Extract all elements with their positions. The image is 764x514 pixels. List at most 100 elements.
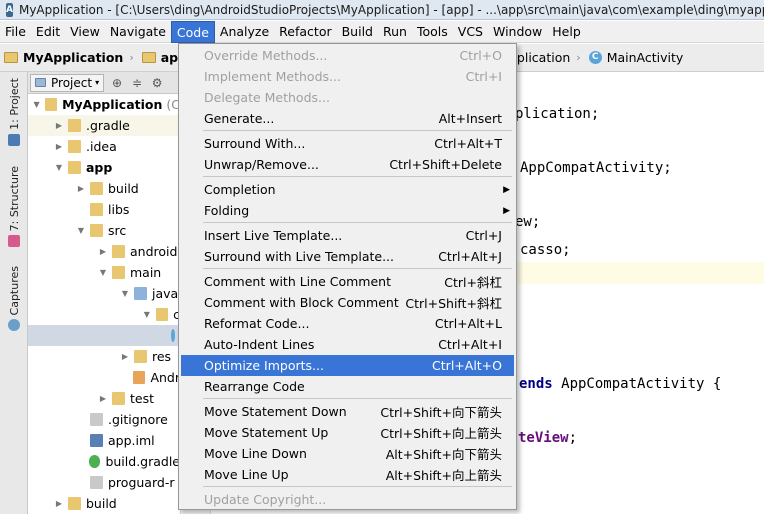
menu-edit[interactable]: Edit bbox=[31, 21, 65, 43]
menu-item-surround-with[interactable]: Surround With... Ctrl+Alt+T bbox=[181, 133, 514, 154]
tree-item[interactable]: ▶ test bbox=[28, 388, 180, 409]
tree-item[interactable]: build.gradle bbox=[28, 451, 180, 472]
tree-item[interactable]: ▶ build bbox=[28, 178, 180, 199]
menu-separator bbox=[203, 486, 512, 487]
menu-item-auto-indent-lines[interactable]: Auto-Indent Lines Ctrl+Alt+I bbox=[181, 334, 514, 355]
menu-item-shortcut: Alt+Shift+向上箭头 bbox=[385, 468, 502, 483]
tree-item[interactable]: ▼ main bbox=[28, 262, 180, 283]
expand-arrow-icon[interactable]: ▼ bbox=[76, 226, 86, 235]
menu-help[interactable]: Help bbox=[547, 21, 586, 43]
menu-build[interactable]: Build bbox=[337, 21, 378, 43]
expand-arrow-icon[interactable]: ▶ bbox=[98, 394, 108, 403]
sync-icon[interactable]: ⊕ bbox=[110, 76, 124, 90]
menu-run[interactable]: Run bbox=[378, 21, 412, 43]
menu-file[interactable]: File bbox=[0, 21, 31, 43]
tree-item-label: .idea bbox=[86, 139, 117, 154]
tree-item[interactable]: ▶ .gradle bbox=[28, 115, 180, 136]
tree-item-label: Andr bbox=[150, 370, 180, 385]
menu-code[interactable]: Code bbox=[170, 20, 215, 43]
menu-vcs[interactable]: VCS bbox=[453, 21, 488, 43]
folder-icon bbox=[90, 224, 103, 237]
tree-item[interactable]: ▼ src bbox=[28, 220, 180, 241]
menu-analyze[interactable]: Analyze bbox=[215, 21, 274, 43]
file-icon bbox=[90, 413, 103, 426]
menu-item-move-statement-up[interactable]: Move Statement Up Ctrl+Shift+向上箭头 bbox=[181, 422, 514, 443]
expand-arrow-icon[interactable]: ▶ bbox=[54, 121, 64, 130]
tree-item[interactable]: ▶ .idea bbox=[28, 136, 180, 157]
project-view-selector[interactable]: Project ▾ bbox=[30, 73, 105, 92]
tool-tab-structure[interactable]: 7: Structure bbox=[4, 166, 24, 248]
tool-window-strip: 1: Project 7: Structure Captures bbox=[0, 72, 28, 514]
expand-arrow-icon[interactable]: ▼ bbox=[142, 310, 152, 319]
menu-item-label: Insert Live Template... bbox=[204, 228, 343, 243]
menu-item-move-line-up[interactable]: Move Line Up Alt+Shift+向上箭头 bbox=[181, 464, 514, 485]
menu-separator bbox=[203, 268, 512, 269]
menu-item-generate[interactable]: Generate... Alt+Insert bbox=[181, 108, 514, 129]
menu-item-move-statement-down[interactable]: Move Statement Down Ctrl+Shift+向下箭头 bbox=[181, 401, 514, 422]
tree-item[interactable]: proguard-r bbox=[28, 472, 180, 493]
menu-separator bbox=[203, 222, 512, 223]
folder-icon bbox=[112, 245, 125, 258]
tree-item[interactable]: ▶ build bbox=[28, 493, 180, 514]
menu-item-folding[interactable]: Folding ▶ bbox=[181, 200, 514, 221]
submenu-arrow-icon: ▶ bbox=[503, 205, 510, 216]
folder-icon bbox=[45, 98, 58, 111]
breadcrumb-class[interactable]: C MainActivity bbox=[585, 44, 688, 71]
package-icon bbox=[155, 308, 169, 321]
expand-arrow-icon[interactable]: ▶ bbox=[76, 184, 86, 193]
menu-view[interactable]: View bbox=[65, 21, 105, 43]
code-line: plication; bbox=[515, 106, 600, 122]
manifest-icon bbox=[133, 371, 146, 384]
tree-item[interactable]: ▼ app bbox=[28, 157, 180, 178]
collapse-all-icon[interactable]: ≑ bbox=[130, 76, 144, 90]
expand-arrow-icon[interactable]: ▶ bbox=[54, 499, 64, 508]
expand-arrow-icon[interactable]: ▶ bbox=[54, 142, 64, 151]
menu-item-insert-live-template[interactable]: Insert Live Template... Ctrl+J bbox=[181, 225, 514, 246]
gear-icon[interactable]: ⚙ bbox=[150, 76, 164, 90]
tree-item[interactable]: ▼ c bbox=[28, 304, 180, 325]
tree-item[interactable]: ▶ android bbox=[28, 241, 180, 262]
expand-arrow-icon[interactable]: ▼ bbox=[54, 163, 64, 172]
tool-tab-captures[interactable]: Captures bbox=[4, 266, 24, 332]
tool-tab-project[interactable]: 1: Project bbox=[4, 78, 24, 146]
tree-item[interactable]: ▼ java bbox=[28, 283, 180, 304]
folder-icon bbox=[4, 52, 18, 63]
code-line: AppCompatActivity; bbox=[520, 160, 672, 176]
expand-arrow-icon[interactable]: ▶ bbox=[120, 352, 130, 361]
tree-item-label: android bbox=[130, 244, 178, 259]
tree-item[interactable]: .gitignore bbox=[28, 409, 180, 430]
menu-item-implement-methods[interactable]: Implement Methods... Ctrl+I bbox=[181, 66, 514, 87]
menu-item-optimize-imports[interactable]: Optimize Imports... Ctrl+Alt+O bbox=[181, 355, 514, 376]
menu-item-delegate-methods[interactable]: Delegate Methods... bbox=[181, 87, 514, 108]
expand-arrow-icon[interactable]: ▼ bbox=[120, 289, 130, 298]
menu-item-label: Rearrange Code bbox=[204, 379, 305, 394]
menu-item-comment-with-block-comment[interactable]: Comment with Block Comment Ctrl+Shift+斜杠 bbox=[181, 292, 514, 313]
tree-item[interactable]: Andr bbox=[28, 367, 180, 388]
tree-item[interactable] bbox=[28, 325, 180, 346]
menu-item-rearrange-code[interactable]: Rearrange Code bbox=[181, 376, 514, 397]
menu-tools[interactable]: Tools bbox=[412, 21, 453, 43]
menu-item-override-methods[interactable]: Override Methods... Ctrl+O bbox=[181, 45, 514, 66]
menu-refactor[interactable]: Refactor bbox=[274, 21, 336, 43]
menu-item-move-line-down[interactable]: Move Line Down Alt+Shift+向下箭头 bbox=[181, 443, 514, 464]
menu-item-surround-with-live-template[interactable]: Surround with Live Template... Ctrl+Alt+J bbox=[181, 246, 514, 267]
tree-item[interactable]: libs bbox=[28, 199, 180, 220]
expand-arrow-icon[interactable]: ▶ bbox=[98, 247, 108, 256]
menu-item-completion[interactable]: Completion ▶ bbox=[181, 179, 514, 200]
expand-arrow-icon[interactable]: ▼ bbox=[98, 268, 108, 277]
structure-icon bbox=[8, 235, 20, 248]
menu-navigate[interactable]: Navigate bbox=[105, 21, 171, 43]
menu-item-update-copyright[interactable]: Update Copyright... bbox=[181, 489, 514, 510]
menu-item-unwrap-remove[interactable]: Unwrap/Remove... Ctrl+Shift+Delete bbox=[181, 154, 514, 175]
menu-item-comment-with-line-comment[interactable]: Comment with Line Comment Ctrl+斜杠 bbox=[181, 271, 514, 292]
tree-item[interactable]: ▼ MyApplication (C bbox=[28, 94, 181, 115]
tree-item[interactable]: app.iml bbox=[28, 430, 180, 451]
menu-item-shortcut: Ctrl+Shift+斜杠 bbox=[405, 296, 502, 311]
menu-item-reformat-code[interactable]: Reformat Code... Ctrl+Alt+L bbox=[181, 313, 514, 334]
class-icon: C bbox=[588, 51, 602, 64]
tree-item[interactable]: ▶ res bbox=[28, 346, 180, 367]
breadcrumb-project[interactable]: MyApplication › bbox=[0, 44, 138, 71]
tree-item-label: src bbox=[108, 223, 127, 238]
expand-arrow-icon[interactable]: ▼ bbox=[32, 100, 41, 109]
menu-window[interactable]: Window bbox=[488, 21, 547, 43]
